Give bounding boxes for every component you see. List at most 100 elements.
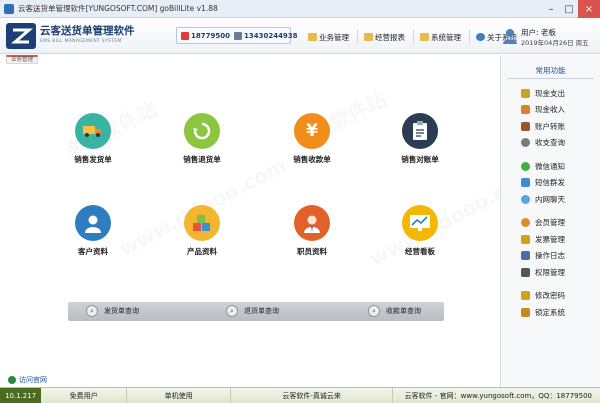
func-sales-return[interactable]: 销售退货单 [167, 113, 237, 165]
quick-label: 操作日志 [535, 251, 565, 261]
func-dashboard[interactable]: 经营看板 [385, 205, 455, 257]
wechat-icon [521, 161, 530, 171]
permission-icon [521, 267, 530, 277]
quick-label: 内网聊天 [535, 194, 565, 204]
nav-reports[interactable]: 经营报表 [364, 32, 405, 43]
quick-wechat[interactable]: 微信通知 [521, 158, 600, 175]
query-label: 退货单查询 [244, 307, 279, 315]
func-products[interactable]: 产品资料 [167, 205, 237, 257]
func-sales-receipt[interactable]: ¥ 销售收款单 [277, 113, 347, 165]
user-type: 免费用户 [41, 387, 128, 403]
main-panel: 多多软件站 www.ddooo.com 多多软件站 www.ddooo.com … [0, 65, 540, 387]
spacer [521, 151, 600, 158]
func-staff[interactable]: 职员资料 [277, 205, 347, 257]
func-label: 销售收款单 [293, 155, 331, 164]
contact-number: 13430244938 [243, 31, 298, 40]
contact-box: 18779500 13430244938 [176, 27, 298, 44]
contact-number: 18779500 [191, 31, 230, 40]
query-label: 收款单查询 [386, 307, 421, 315]
func-label: 销售发货单 [74, 155, 112, 164]
panel-title: 常用功能 [507, 65, 594, 79]
quick-invoices[interactable]: 发票管理 [521, 231, 600, 248]
cash-in-icon [521, 105, 530, 115]
contact-qq[interactable]: 18779500 [181, 31, 230, 40]
minimize-button[interactable]: – [542, 0, 560, 18]
func-label: 销售退货单 [183, 155, 221, 164]
transfer-icon [521, 121, 530, 131]
app-icon [4, 3, 14, 14]
version-badge: 10.1.217 [0, 387, 42, 403]
nav-label: 经营报表 [375, 32, 405, 42]
divider [413, 30, 414, 44]
yuan-icon: ¥ [294, 113, 330, 149]
quick-lock-system[interactable]: 锁定系统 [521, 304, 600, 321]
window-controls: – □ × [542, 0, 600, 18]
invoice-icon [521, 234, 530, 244]
lock-icon [521, 307, 530, 317]
quick-permissions[interactable]: 权限管理 [521, 264, 600, 281]
quick-label: 微信通知 [535, 161, 565, 171]
quick-chat[interactable]: 内网聊天 [521, 191, 600, 208]
tab-business[interactable]: 业务管理 [6, 55, 39, 64]
quick-cash-out[interactable]: 现金支出 [521, 85, 600, 102]
log-icon [521, 251, 530, 261]
footer-info[interactable]: 云客软件 - 官网：www.yungosoft.com，QQ：18779500 [393, 388, 600, 403]
sms-icon [521, 178, 530, 188]
maximize-button[interactable]: □ [560, 0, 578, 18]
func-sales-statement[interactable]: 销售对账单 [385, 113, 455, 165]
brand-name: 云客送货单管理软件 [40, 25, 135, 37]
quick-label: 发票管理 [535, 234, 565, 244]
help-icon [476, 33, 485, 41]
quick-label: 权限管理 [535, 267, 565, 277]
spacer [521, 281, 600, 288]
logo-icon [6, 23, 36, 49]
nav-business[interactable]: 业务管理 [308, 32, 349, 43]
divider [469, 30, 470, 44]
quick-change-password[interactable]: 修改密码 [521, 288, 600, 305]
visit-site-label: 访问官网 [19, 376, 47, 384]
visit-site-link[interactable]: 访问官网 [8, 375, 47, 385]
title-bar: 云客送货单管理软件[YUNGOSOFT.COM] goBillLite v1.8… [0, 0, 600, 18]
close-button[interactable]: × [578, 0, 600, 18]
query-return[interactable]: ⌕ 退货单查询 [226, 305, 279, 317]
folder-icon [420, 33, 429, 41]
func-sales-delivery[interactable]: 销售发货单 [58, 113, 128, 165]
query-receipt[interactable]: ⌕ 收款单查询 [368, 305, 421, 317]
tab-strip: 业务管理 [0, 55, 500, 65]
quick-sms[interactable]: 短信群发 [521, 175, 600, 192]
chat-icon [521, 194, 530, 204]
quick-income-query[interactable]: 收支查询 [521, 135, 600, 152]
search-icon: ⌕ [86, 305, 98, 317]
key-icon [521, 291, 530, 301]
contact-phone[interactable]: 13430244938 [233, 31, 298, 40]
quick-members[interactable]: 会员管理 [521, 215, 600, 232]
folder-icon [364, 33, 373, 41]
window-title: 云客送货单管理软件[YUNGOSOFT.COM] goBillLite v1.8… [18, 4, 218, 13]
quick-label: 修改密码 [535, 291, 565, 301]
user-info[interactable]: 用户: 老板 2019年04月26日 周五 [503, 26, 598, 48]
func-label: 客户资料 [78, 247, 108, 256]
quick-functions-list: 现金支出 现金收入 账户转账 收支查询 微信通知 短信群发 内网聊天 会员管理 … [501, 85, 600, 321]
query-delivery[interactable]: ⌕ 发货单查询 [86, 305, 139, 317]
query-label: 发货单查询 [104, 307, 139, 315]
user-icon [503, 29, 517, 44]
quick-label: 短信群发 [535, 178, 565, 188]
qq-icon [181, 31, 189, 40]
dashboard-icon [402, 205, 438, 241]
func-customers[interactable]: 客户资料 [58, 205, 128, 257]
spacer [521, 208, 600, 215]
func-label: 销售对账单 [401, 155, 439, 164]
cash-out-icon [521, 88, 530, 98]
func-label: 产品资料 [187, 247, 217, 256]
truck-icon [75, 113, 111, 149]
current-date: 2019年04月26日 周五 [521, 39, 589, 47]
return-icon [184, 113, 220, 149]
staff-icon [294, 205, 330, 241]
quick-transfer[interactable]: 账户转账 [521, 118, 600, 135]
brand-subtitle: EMS BILL MANAGEMENT SYSTEM [40, 39, 122, 44]
quick-label: 会员管理 [535, 218, 565, 228]
product-icon [184, 205, 220, 241]
quick-log[interactable]: 操作日志 [521, 248, 600, 265]
quick-cash-in[interactable]: 现金收入 [521, 102, 600, 119]
nav-system[interactable]: 系统管理 [420, 32, 461, 43]
